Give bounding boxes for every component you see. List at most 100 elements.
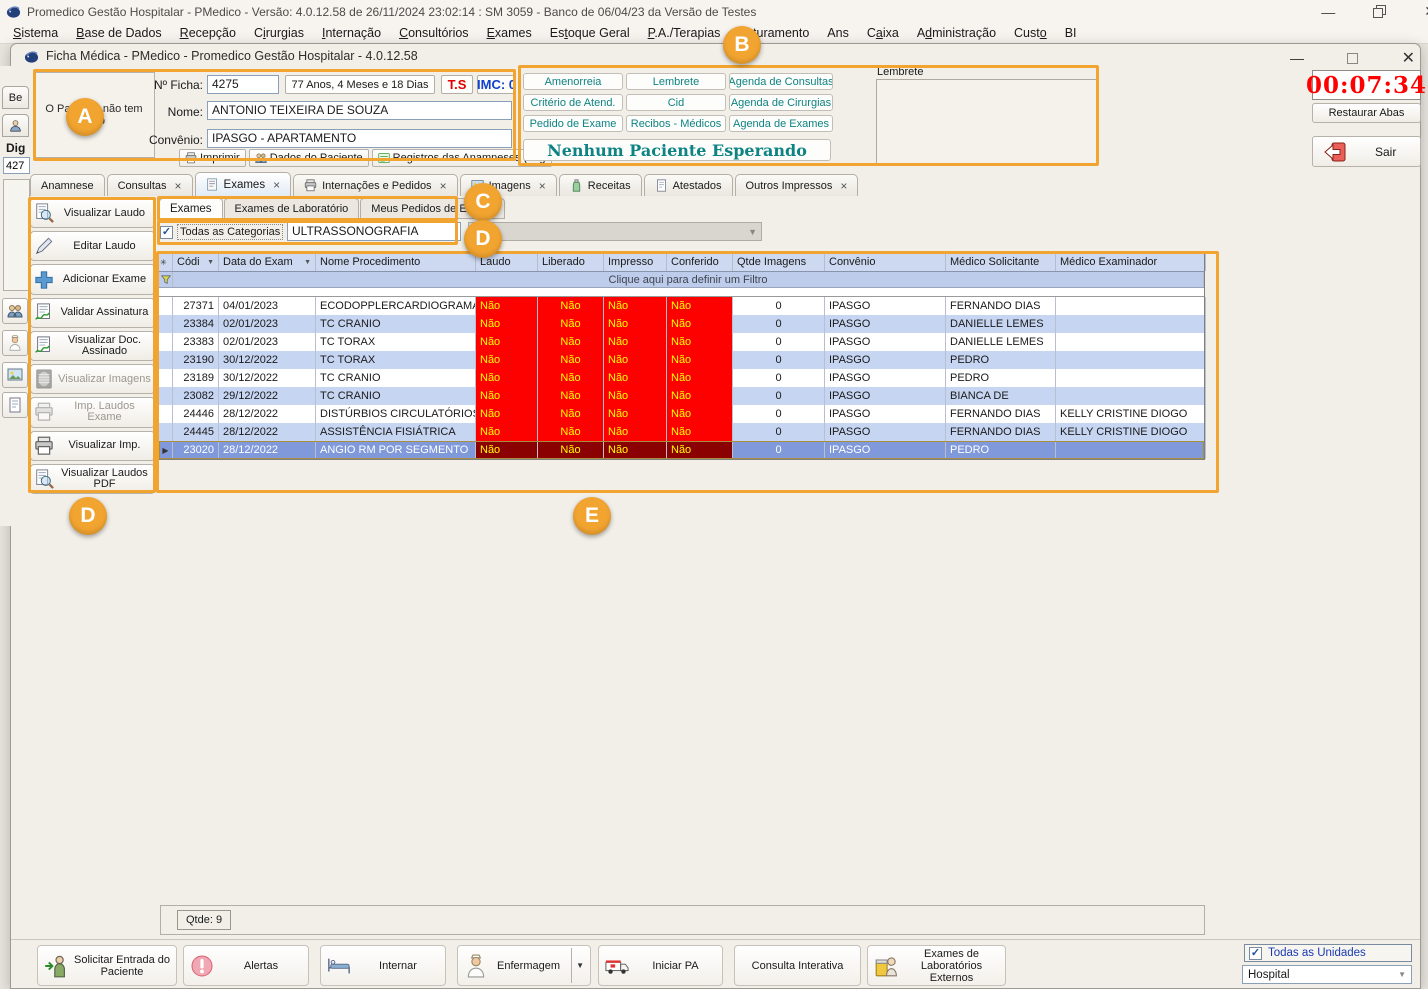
sort-icon[interactable]: ▼: [304, 259, 311, 266]
column-header-impresso[interactable]: Impresso: [604, 253, 667, 271]
tab-atestados[interactable]: Atestados: [643, 174, 733, 196]
close-tab-icon[interactable]: ×: [840, 179, 847, 193]
internar-button[interactable]: Internar: [320, 945, 446, 986]
sort-icon[interactable]: ▼: [207, 259, 214, 266]
subtab-exames-de-laboratorio[interactable]: Exames de Laboratório: [223, 198, 360, 219]
exames-de-laboratorios-externos-button[interactable]: Exames de Laboratórios Externos: [867, 945, 1006, 986]
category-input[interactable]: ULTRASSONOGRAFIA: [287, 222, 461, 241]
menu-item-recepcao[interactable]: Recepção: [171, 24, 245, 42]
minimize-icon[interactable]: —: [1321, 4, 1335, 20]
menu-item-sistema[interactable]: Sistema: [4, 24, 67, 42]
validar-assinatura-button[interactable]: Validar Assinatura: [30, 297, 155, 328]
tab-anamnese[interactable]: Anamnese: [30, 174, 105, 196]
todas-unidades-checkbox[interactable]: ✓: [1249, 946, 1262, 960]
background-button-people[interactable]: [2, 298, 28, 324]
column-header-qtde-imagens[interactable]: Qtde Imagens: [733, 253, 825, 271]
menu-item-estoque-geral[interactable]: Estoque Geral: [541, 24, 639, 42]
restore-icon[interactable]: [1373, 5, 1387, 18]
minimize-icon[interactable]: —: [1290, 50, 1304, 66]
visualizar-laudo-button[interactable]: Visualizar Laudo: [30, 198, 155, 229]
close-tab-icon[interactable]: ×: [539, 179, 546, 193]
tab-receitas[interactable]: Receitas: [558, 174, 642, 196]
maximize-icon[interactable]: [1347, 52, 1359, 64]
background-listbox[interactable]: [3, 179, 30, 291]
tab-internacoes-e-pedidos[interactable]: Internações e Pedidos ×: [293, 174, 458, 196]
menu-item-administracao[interactable]: Administração: [908, 24, 1005, 42]
table-row[interactable]: 23082 29/12/2022 TC CRANIO Não Não Não Não 0 IPA…: [159, 387, 1206, 405]
table-row[interactable]: 23383 02/01/2023 TC TORAX Não Não Não Não 0 IPAS…: [159, 333, 1206, 351]
todas-categorias-checkbox[interactable]: ✓: [160, 225, 173, 239]
filter-hint[interactable]: Clique aqui para definir um Filtro: [173, 272, 1204, 287]
table-row[interactable]: 24445 28/12/2022 ASSISTÊNCIA FISIÁTRICA Não…: [159, 423, 1206, 441]
column-header-data-do-exam[interactable]: Data do Exam ▼: [219, 253, 316, 271]
table-row[interactable]: ▶ 23020 28/12/2022 ANGIO RM POR SEGMENTO Não…: [159, 441, 1206, 459]
menu-item-internacao[interactable]: Internação: [313, 24, 390, 42]
tab-consultas[interactable]: Consultas ×: [106, 174, 193, 196]
subtab-meus-pedidos-de-exame[interactable]: Meus Pedidos de Exame: [360, 198, 505, 219]
background-tab-icon[interactable]: [2, 114, 29, 137]
imc-button[interactable]: IMC: 0: [477, 75, 516, 94]
column-header-conferido[interactable]: Conferido: [667, 253, 733, 271]
iniciar-pa-button[interactable]: Iniciar PA: [598, 945, 723, 986]
column-header-nome-procedimento[interactable]: Nome Procedimento: [316, 253, 476, 271]
column-header-convenio[interactable]: Convênio: [825, 253, 946, 271]
quick-button-agenda-de-exames[interactable]: Agenda de Exames: [729, 115, 833, 132]
close-tab-icon[interactable]: ×: [273, 178, 280, 192]
dados-do-paciente-button[interactable]: Dados do Paciente: [248, 149, 369, 167]
close-icon[interactable]: ✕: [1424, 3, 1428, 20]
quick-button-cid[interactable]: Cid: [626, 94, 726, 111]
imprimir-button[interactable]: Imprimir: [179, 149, 246, 167]
menu-item-custo[interactable]: Custo: [1005, 24, 1056, 42]
visualizar-doc-assinado-button[interactable]: Visualizar Doc. Assinado: [30, 330, 155, 362]
editar-laudo-button[interactable]: Editar Laudo: [30, 231, 155, 262]
column-header-laudo[interactable]: Laudo: [476, 253, 538, 271]
enfermagem-button[interactable]: Enfermagem ▼: [457, 945, 591, 986]
subtab-exames[interactable]: Exames: [159, 198, 223, 219]
ts-button[interactable]: T.S: [441, 75, 473, 94]
lembrete-box[interactable]: [876, 79, 1097, 166]
menu-item-cirurgias[interactable]: Cirurgias: [245, 24, 313, 42]
background-button-check[interactable]: [2, 392, 28, 418]
adicionar-exame-button[interactable]: Adicionar Exame: [30, 264, 155, 295]
column-header-codi[interactable]: Códi ▼: [173, 253, 219, 271]
table-row[interactable]: 27371 04/01/2023 ECODOPPLERCARDIOGRAMA Não N…: [159, 297, 1206, 315]
quick-button-amenorreia[interactable]: Amenorreia: [523, 73, 623, 90]
close-tab-icon[interactable]: ×: [175, 179, 182, 193]
visualizar-laudos-pdf-button[interactable]: Visualizar Laudos PDF: [30, 463, 155, 494]
unit-select[interactable]: Hospital ▼: [1242, 965, 1412, 984]
quick-button-lembrete[interactable]: Lembrete: [626, 73, 726, 90]
close-tab-icon[interactable]: ×: [440, 179, 447, 193]
menu-item-bi[interactable]: BI: [1056, 24, 1086, 42]
convenio-input[interactable]: IPASGO - APARTAMENTO: [207, 129, 512, 148]
column-header-medico-solicitante[interactable]: Médico Solicitante: [946, 253, 1056, 271]
menu-item-faturamento[interactable]: Faturamento: [729, 24, 818, 42]
alertas-button[interactable]: Alertas: [183, 945, 309, 986]
menu-item-base-de-dados[interactable]: Base de Dados: [67, 24, 170, 42]
background-tab[interactable]: Be: [2, 86, 29, 109]
quick-button-agenda-de-cirurgias[interactable]: Agenda de Cirurgias: [729, 94, 833, 111]
quick-button-pedido-de-exame[interactable]: Pedido de Exame: [523, 115, 623, 132]
column-header-medico-examinador[interactable]: Médico Examinador: [1056, 253, 1206, 271]
quick-button-agenda-de-consultas[interactable]: Agenda de Consultas: [729, 73, 833, 90]
ficha-number-input[interactable]: 4275: [207, 75, 279, 94]
restaurar-abas-button[interactable]: Restaurar Abas: [1312, 103, 1421, 123]
consulta-interativa-button[interactable]: Consulta Interativa: [734, 945, 861, 986]
menu-item-ans[interactable]: Ans: [818, 24, 858, 42]
quick-button-recibos-medicos[interactable]: Recibos - Médicos: [626, 115, 726, 132]
menu-item-exames[interactable]: Exames: [478, 24, 541, 42]
category-combo-disabled[interactable]: ▼: [468, 222, 762, 241]
sair-button[interactable]: Sair: [1312, 136, 1421, 167]
menu-item-consultorios[interactable]: Consultórios: [390, 24, 477, 42]
table-filter-row[interactable]: Clique aqui para definir um Filtro: [159, 272, 1204, 288]
background-button-doctor[interactable]: [2, 330, 28, 356]
nome-input[interactable]: ANTONIO TEIXEIRA DE SOUZA: [207, 101, 512, 120]
tab-imagens[interactable]: Imagens ×: [459, 174, 557, 196]
column-header-liberado[interactable]: Liberado: [538, 253, 604, 271]
table-row[interactable]: 24446 28/12/2022 DISTÚRBIOS CIRCULATÓRIOS N…: [159, 405, 1206, 423]
menu-item-caixa[interactable]: Caixa: [858, 24, 908, 42]
visualizar-imp-button[interactable]: Visualizar Imp.: [30, 430, 155, 461]
table-row[interactable]: 23189 30/12/2022 TC CRANIO Não Não Não Não 0 IPA…: [159, 369, 1206, 387]
table-row[interactable]: 23190 30/12/2022 TC TORAX Não Não Não Não 0 IPAS…: [159, 351, 1206, 369]
chevron-down-icon[interactable]: ▼: [571, 948, 584, 983]
background-button-blue[interactable]: [2, 362, 28, 388]
